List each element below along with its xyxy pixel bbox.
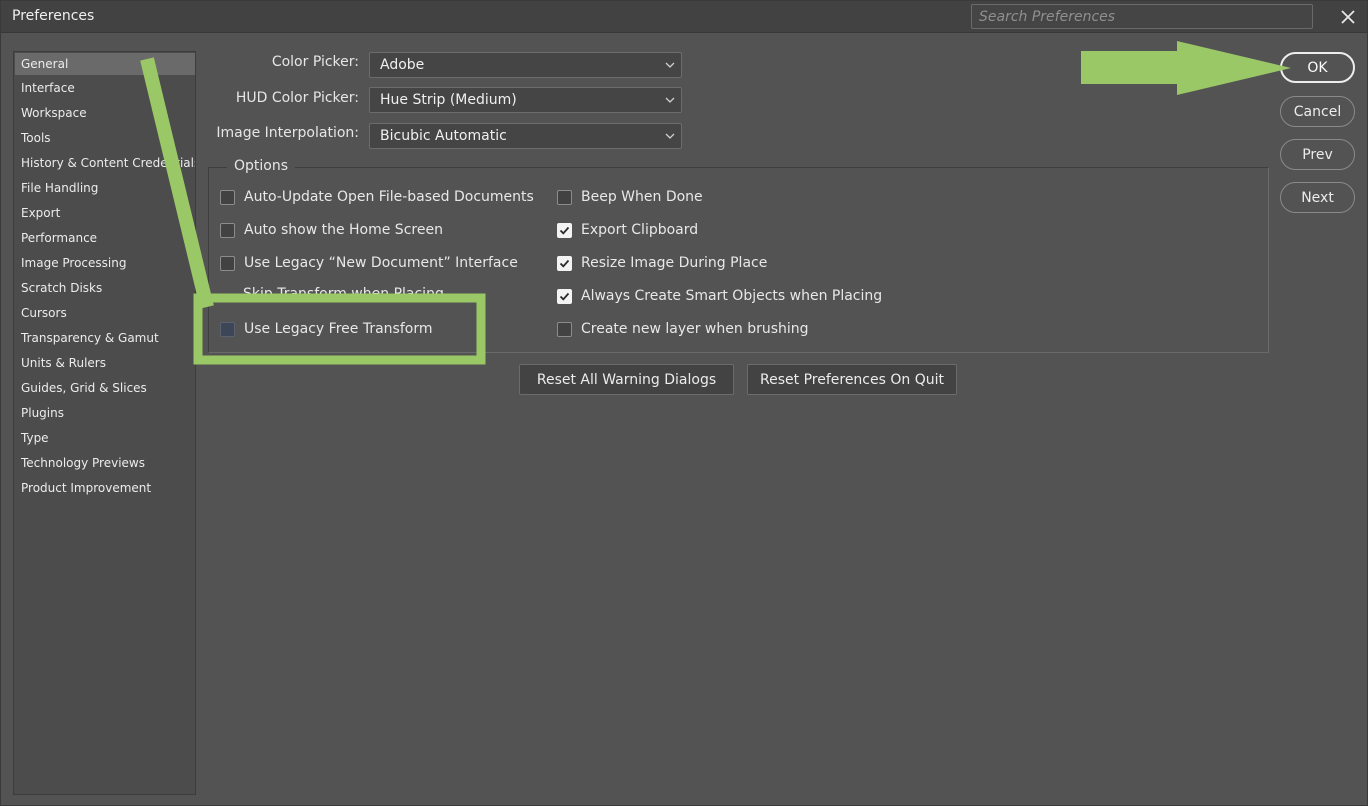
sidebar-item-performance[interactable]: Performance — [15, 227, 195, 249]
sidebar-item-history[interactable]: History & Content Credentials — [15, 152, 195, 174]
image-interpolation-select[interactable]: Bicubic Automatic — [369, 123, 682, 149]
preferences-dialog: Preferences General Interface Workspace … — [0, 0, 1368, 806]
chevron-down-icon — [665, 133, 675, 139]
option-legacy-free-transform[interactable]: Use Legacy Free Transform — [220, 318, 432, 340]
reset-preferences-button[interactable]: Reset Preferences On Quit — [747, 364, 957, 395]
option-auto-update-documents[interactable]: Auto-Update Open File-based Documents — [220, 186, 534, 208]
close-icon — [1341, 9, 1355, 24]
sidebar-item-transparency[interactable]: Transparency & Gamut — [15, 327, 195, 349]
title-bar: Preferences — [1, 1, 1367, 33]
color-picker-select[interactable]: Adobe — [369, 52, 682, 78]
chevron-down-icon — [665, 97, 675, 103]
option-beep-when-done[interactable]: Beep When Done — [557, 186, 703, 208]
checkbox[interactable] — [220, 222, 235, 238]
option-label: Auto-Update Open File-based Documents — [244, 189, 534, 205]
checkbox[interactable] — [557, 255, 572, 271]
sidebar-item-file-handling[interactable]: File Handling — [15, 177, 195, 199]
sidebar-item-type[interactable]: Type — [15, 427, 195, 449]
chevron-down-icon — [665, 62, 675, 68]
checkmark-icon — [559, 226, 570, 235]
sidebar-item-scratch-disks[interactable]: Scratch Disks — [15, 277, 195, 299]
checkbox[interactable] — [557, 288, 572, 304]
sidebar-item-cursors[interactable]: Cursors — [15, 302, 195, 324]
preferences-sidebar: General Interface Workspace Tools Histor… — [13, 51, 196, 795]
sidebar-item-technology-previews[interactable]: Technology Previews — [15, 452, 195, 474]
option-export-clipboard[interactable]: Export Clipboard — [557, 219, 698, 241]
dialog-title: Preferences — [12, 8, 95, 24]
prev-button[interactable]: Prev — [1280, 139, 1355, 170]
option-label: Resize Image During Place — [581, 255, 768, 271]
option-label: Beep When Done — [581, 189, 703, 205]
checkmark-icon — [559, 292, 570, 301]
next-button[interactable]: Next — [1280, 182, 1355, 213]
image-interpolation-value: Bicubic Automatic — [380, 128, 507, 144]
sidebar-item-units-rulers[interactable]: Units & Rulers — [15, 352, 195, 374]
checkbox[interactable] — [220, 189, 235, 205]
checkmark-icon — [559, 259, 570, 268]
sidebar-item-guides[interactable]: Guides, Grid & Slices — [15, 377, 195, 399]
option-legacy-new-document[interactable]: Use Legacy “New Document” Interface — [220, 252, 518, 274]
option-always-create-smart-objects[interactable]: Always Create Smart Objects when Placing — [557, 285, 882, 307]
option-skip-transform-label: Skip Transform when Placing — [243, 286, 444, 302]
option-label: Use Legacy “New Document” Interface — [244, 255, 518, 271]
option-resize-image-during-place[interactable]: Resize Image During Place — [557, 252, 767, 274]
sidebar-item-image-processing[interactable]: Image Processing — [15, 252, 195, 274]
annotation-arrow-ok — [1081, 41, 1291, 95]
option-new-layer-when-brushing[interactable]: Create new layer when brushing — [557, 318, 809, 340]
hud-color-picker-value: Hue Strip (Medium) — [380, 92, 517, 108]
option-label: Use Legacy Free Transform — [244, 321, 433, 337]
option-label: Export Clipboard — [581, 222, 699, 238]
cancel-button[interactable]: Cancel — [1280, 96, 1355, 127]
sidebar-item-plugins[interactable]: Plugins — [15, 402, 195, 424]
sidebar-item-general[interactable]: General — [15, 53, 195, 75]
sidebar-item-interface[interactable]: Interface — [15, 77, 195, 99]
image-interpolation-label: Image Interpolation: — [216, 125, 359, 141]
checkbox[interactable] — [557, 321, 572, 337]
option-label: Always Create Smart Objects when Placing — [581, 288, 883, 304]
close-button[interactable] — [1331, 1, 1365, 32]
sidebar-item-tools[interactable]: Tools — [15, 127, 195, 149]
sidebar-item-product-improvement[interactable]: Product Improvement — [15, 477, 195, 499]
color-picker-value: Adobe — [380, 57, 425, 73]
annotation-overlay — [140, 41, 1291, 365]
options-legend: Options — [227, 158, 296, 174]
hud-color-picker-select[interactable]: Hue Strip (Medium) — [369, 87, 682, 113]
sidebar-item-export[interactable]: Export — [15, 202, 195, 224]
hud-color-picker-label: HUD Color Picker: — [235, 90, 359, 106]
reset-warning-dialogs-button[interactable]: Reset All Warning Dialogs — [519, 364, 734, 395]
checkbox[interactable] — [220, 255, 235, 271]
option-label: Create new layer when brushing — [581, 321, 809, 337]
option-label: Auto show the Home Screen — [244, 222, 443, 238]
ok-button[interactable]: OK — [1280, 52, 1355, 83]
checkbox[interactable] — [557, 222, 572, 238]
color-picker-label: Color Picker: — [271, 54, 359, 70]
search-preferences-input[interactable] — [971, 4, 1313, 29]
option-auto-show-home[interactable]: Auto show the Home Screen — [220, 219, 443, 241]
sidebar-item-workspace[interactable]: Workspace — [15, 102, 195, 124]
checkbox[interactable] — [220, 321, 235, 337]
checkbox[interactable] — [557, 189, 572, 205]
